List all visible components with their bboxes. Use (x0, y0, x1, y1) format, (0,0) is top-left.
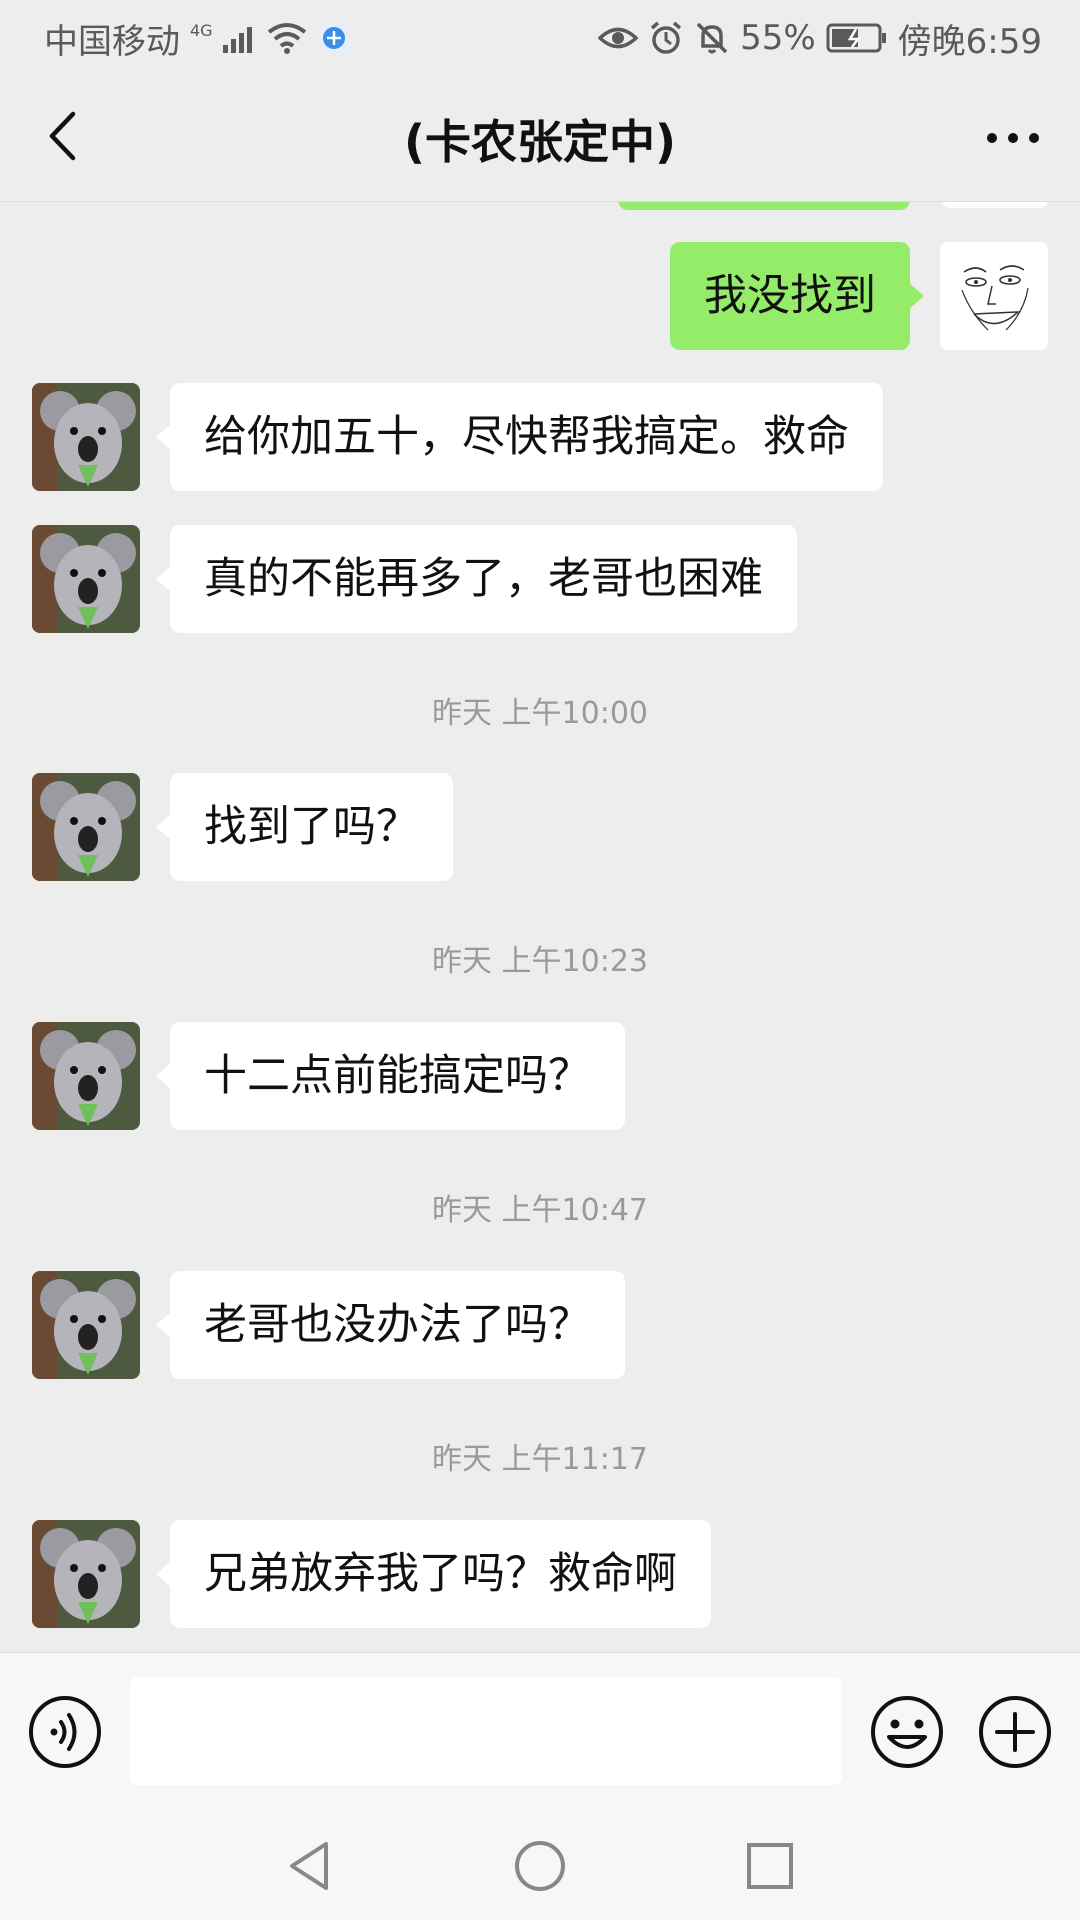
status-left: 中国移动 4G (44, 14, 351, 63)
sketch-face-avatar[interactable] (940, 242, 1048, 350)
mute-bell-icon (694, 20, 730, 56)
system-nav-bar (0, 1802, 1080, 1920)
incoming-message-bubble[interactable]: 兄弟放弃我了吗？救命啊 (156, 1520, 711, 1628)
chat-header: (卡农张定中) (0, 76, 1080, 202)
network-type-label: 4G (190, 21, 213, 40)
outgoing-message-bubble[interactable]: 我没找到 (670, 242, 924, 350)
nav-back-button[interactable] (280, 1836, 340, 1896)
eye-icon (598, 23, 639, 53)
carrier-label: 中国移动 (44, 21, 180, 62)
message-timestamp: 昨天 上午10:00 (432, 696, 648, 731)
chat-title: (卡农张定中) (403, 115, 677, 169)
incoming-message-bubble[interactable]: 十二点前能搞定吗？ (156, 1022, 625, 1130)
plus-button[interactable] (978, 1695, 1052, 1769)
koala-avatar[interactable] (32, 1520, 140, 1628)
battery-icon (826, 23, 888, 53)
message-input[interactable] (130, 1677, 842, 1785)
emoji-button[interactable] (870, 1695, 944, 1769)
circle-home-icon (510, 1841, 570, 1900)
alarm-icon (648, 20, 684, 56)
nav-recents-button[interactable] (740, 1836, 800, 1896)
message-list[interactable]: 我没找到 给你加五十，尽快帮我搞定。救命 真的不能再多了，老哥也困难 昨天 上午… (0, 202, 1080, 1652)
incoming-message-bubble[interactable]: 老哥也没办法了吗？ (156, 1271, 625, 1379)
koala-avatar[interactable] (32, 525, 140, 633)
koala-avatar[interactable] (32, 383, 140, 491)
incoming-message-bubble[interactable]: 给你加五十，尽快帮我搞定。救命 (156, 383, 883, 491)
voice-button[interactable] (28, 1695, 102, 1769)
previous-outgoing-avatar (942, 202, 1048, 208)
koala-avatar[interactable] (32, 1271, 140, 1379)
wifi-icon (267, 22, 307, 54)
status-bar: 中国移动 4G 55% 傍晚6:59 (0, 0, 1080, 76)
previous-outgoing-bubble (618, 202, 910, 210)
signal-icon (222, 23, 257, 53)
square-recents-icon (740, 1843, 800, 1900)
more-button[interactable] (978, 106, 1048, 170)
incoming-message-bubble[interactable]: 真的不能再多了，老哥也困难 (156, 525, 797, 633)
status-time: 傍晚6:59 (897, 21, 1042, 62)
message-timestamp: 昨天 上午11:17 (432, 1442, 648, 1477)
emoji-icon (870, 1696, 944, 1773)
nav-home-button[interactable] (510, 1836, 570, 1896)
battery-percent: 55% (740, 18, 816, 58)
koala-avatar[interactable] (32, 1022, 140, 1130)
incoming-message-bubble[interactable]: 找到了吗？ (156, 773, 453, 881)
message-timestamp: 昨天 上午10:47 (432, 1193, 648, 1228)
voice-icon (28, 1696, 102, 1773)
plus-icon (978, 1696, 1052, 1773)
koala-avatar[interactable] (32, 773, 140, 881)
chat-screen: 中国移动 4G 55% 傍晚6:59 (卡农张定中) 我没找到 给你加五十，尽快… (0, 0, 1080, 1920)
input-bar (0, 1652, 1080, 1802)
status-right: 55% 傍晚6:59 (598, 14, 1042, 63)
triangle-back-icon (280, 1842, 340, 1900)
message-timestamp: 昨天 上午10:23 (432, 944, 648, 979)
more-dots-icon (986, 129, 1040, 148)
app-notification-icon (317, 21, 351, 55)
